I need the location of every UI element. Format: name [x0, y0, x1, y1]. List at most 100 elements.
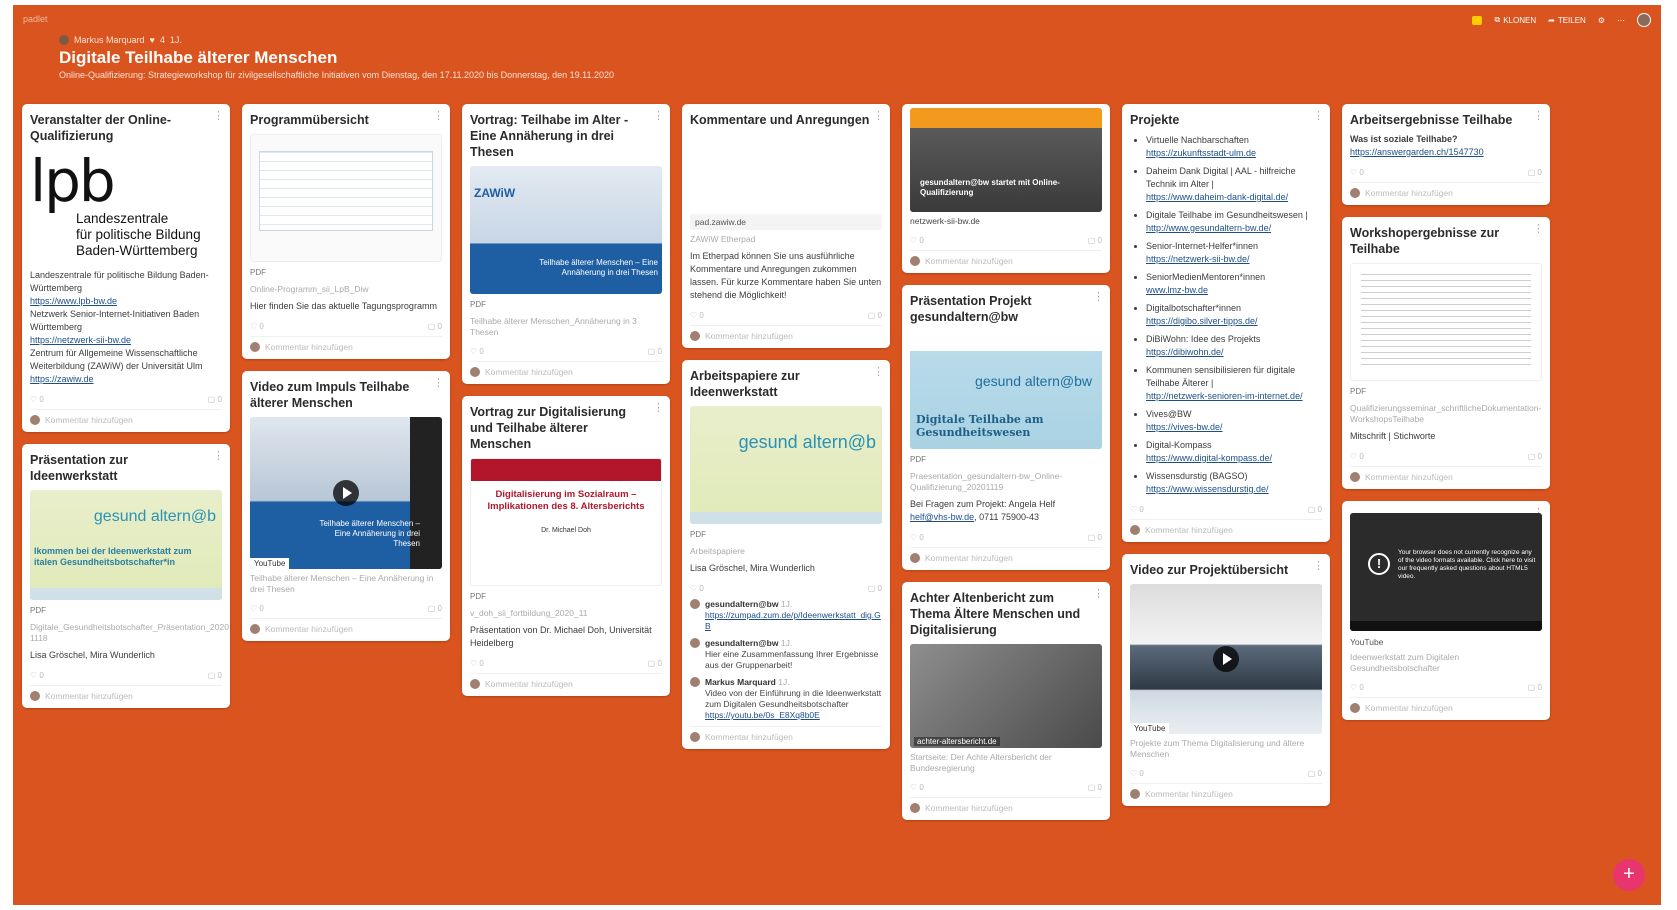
like-button[interactable]: ♡ 0: [250, 322, 264, 331]
post-card[interactable]: ⋮ Vortrag zur Digitalisierung und Teilha…: [462, 396, 670, 696]
like-button[interactable]: ♡ 0: [30, 395, 44, 404]
comment-count[interactable]: ▢ 0: [208, 395, 222, 404]
add-comment-row[interactable]: Kommentar hinzufügen: [470, 673, 662, 689]
post-card[interactable]: ⋮ Vortrag: Teilhabe im Alter - Eine Annä…: [462, 104, 670, 384]
video-thumbnail[interactable]: YouTube: [1130, 584, 1322, 734]
comment-count[interactable]: ▢ 0: [1088, 533, 1102, 542]
more-vertical-icon[interactable]: ⋮: [1093, 290, 1104, 303]
post-card[interactable]: ⋮ Projekte Virtuelle Nachbarschaftenhttp…: [1122, 104, 1330, 542]
share-button[interactable]: ➦ TEILEN: [1548, 16, 1586, 25]
email-link[interactable]: helf@vhs-bw.de: [910, 512, 974, 522]
comment-count[interactable]: ▢ 0: [1308, 769, 1322, 778]
link[interactable]: https://netzwerk-sii-bw.de: [30, 334, 222, 347]
post-card[interactable]: ⋮ gesundaltern@bw startet mit Online-Qua…: [902, 104, 1110, 273]
post-card[interactable]: ⋮ Kommentare und Anregungen pad.zawiw.de…: [682, 104, 890, 348]
link-preview[interactable]: pad.zawiw.de: [690, 214, 882, 230]
add-comment-row[interactable]: Kommentar hinzufügen: [1130, 783, 1322, 799]
more-button[interactable]: ⋯: [1617, 16, 1625, 25]
comment-link[interactable]: https://zumpad.zum.de/p/Ideenwerkstatt_d…: [705, 610, 882, 632]
more-vertical-icon[interactable]: ⋮: [213, 109, 224, 122]
add-comment-row[interactable]: Kommentar hinzufügen: [30, 685, 222, 701]
add-comment-row[interactable]: Kommentar hinzufügen: [1130, 519, 1322, 535]
like-button[interactable]: ♡ 0: [690, 584, 704, 593]
pdf-thumbnail[interactable]: gesund altern@b lkommen bei der Ideenwer…: [30, 490, 222, 600]
post-card[interactable]: ⋮ Arbeitspapiere zur Ideenwerkstatt gesu…: [682, 360, 890, 749]
link-thumbnail[interactable]: gesundaltern@bw startet mit Online-Quali…: [910, 108, 1102, 212]
add-comment-row[interactable]: Kommentar hinzufügen: [1350, 182, 1542, 198]
add-comment-row[interactable]: Kommentar hinzufügen: [30, 409, 222, 425]
post-card[interactable]: ⋮ ! Your browser does not currently reco…: [1342, 501, 1550, 720]
project-link[interactable]: https://www.daheim-dank-digital.de/: [1146, 191, 1322, 204]
comment-count[interactable]: ▢ 0: [868, 311, 882, 320]
heart-badge-icon[interactable]: [1472, 15, 1483, 25]
post-card[interactable]: ⋮ Präsentation zur Ideenwerkstatt gesund…: [22, 444, 230, 708]
video-thumbnail[interactable]: Teilhabe älterer Menschen – Eine Annäher…: [250, 417, 442, 569]
post-card[interactable]: ⋮ Video zum Impuls Teilhabe älterer Mens…: [242, 371, 450, 641]
project-link[interactable]: http://netzwerk-senioren-im-internet.de/: [1146, 390, 1322, 403]
add-comment-row[interactable]: Kommentar hinzufügen: [470, 361, 662, 377]
add-comment-row[interactable]: Kommentar hinzufügen: [910, 547, 1102, 563]
add-comment-row[interactable]: Kommentar hinzufügen: [250, 336, 442, 352]
pdf-thumbnail[interactable]: Digitalisierung im Sozialraum – Implikat…: [470, 458, 662, 586]
more-vertical-icon[interactable]: ⋮: [433, 109, 444, 122]
add-comment-row[interactable]: Kommentar hinzufügen: [690, 726, 882, 742]
project-link[interactable]: https://dibiwohn.de/: [1146, 346, 1322, 359]
add-comment-row[interactable]: Kommentar hinzufügen: [1350, 697, 1542, 713]
post-card[interactable]: ⋮ Präsentation Projekt gesundaltern@bw g…: [902, 285, 1110, 570]
comment-count[interactable]: ▢ 0: [208, 671, 222, 680]
project-link[interactable]: https://vives-bw.de/: [1146, 421, 1322, 434]
author-name[interactable]: Markus Marquard: [74, 35, 145, 45]
video-thumbnail[interactable]: ! Your browser does not currently recogn…: [1350, 513, 1542, 631]
add-comment-row[interactable]: Kommentar hinzufügen: [250, 618, 442, 634]
more-vertical-icon[interactable]: ⋮: [1313, 559, 1324, 572]
link[interactable]: https://www.lpb-bw.de: [30, 295, 222, 308]
pdf-thumbnail[interactable]: [250, 134, 442, 262]
add-comment-row[interactable]: Kommentar hinzufügen: [1350, 466, 1542, 482]
project-link[interactable]: https://www.wissensdurstig.de/: [1146, 483, 1322, 496]
comment-link[interactable]: https://youtu.be/0s_E8Xq8b0E: [705, 710, 882, 721]
play-icon[interactable]: [333, 480, 359, 506]
user-avatar[interactable]: [1637, 13, 1651, 27]
post-card[interactable]: ⋮ Arbeitsergebnisse Teilhabe Was ist soz…: [1342, 104, 1550, 205]
pdf-thumbnail[interactable]: ZAWiW Teilhabe älterer Menschen – Eine A…: [470, 166, 662, 294]
post-card[interactable]: ⋮ Achter Altenbericht zum Thema Ältere M…: [902, 582, 1110, 820]
project-link[interactable]: https://digibo.silver-tipps.de/: [1146, 315, 1322, 328]
comment-count[interactable]: ▢ 0: [868, 584, 882, 593]
post-card[interactable]: ⋮ Veranstalter der Online-Qualifizierung…: [22, 104, 230, 432]
more-vertical-icon[interactable]: ⋮: [1533, 109, 1544, 122]
settings-button[interactable]: ⚙: [1598, 16, 1605, 25]
play-icon[interactable]: [1213, 646, 1239, 672]
add-comment-row[interactable]: Kommentar hinzufügen: [910, 250, 1102, 266]
comment-count[interactable]: ▢ 0: [648, 347, 662, 356]
more-vertical-icon[interactable]: ⋮: [653, 109, 664, 122]
like-button[interactable]: ♡ 0: [30, 671, 44, 680]
like-button[interactable]: ♡ 0: [910, 236, 924, 245]
like-button[interactable]: ♡ 0: [1350, 168, 1364, 177]
link-thumbnail[interactable]: achter-altersbericht.de: [910, 644, 1102, 748]
comment-count[interactable]: ▢ 0: [1528, 683, 1542, 692]
like-button[interactable]: ♡ 0: [470, 347, 484, 356]
post-card[interactable]: ⋮ Workshopergebnisse zur Teilhabe PDF Qu…: [1342, 217, 1550, 489]
add-comment-row[interactable]: Kommentar hinzufügen: [690, 325, 882, 341]
link[interactable]: https://zawiw.de: [30, 373, 222, 386]
more-vertical-icon[interactable]: ⋮: [433, 376, 444, 389]
post-card[interactable]: ⋮ Programmübersicht PDF Online-Programm_…: [242, 104, 450, 359]
like-button[interactable]: ♡ 0: [1130, 505, 1144, 514]
comment-count[interactable]: ▢ 0: [428, 322, 442, 331]
pdf-thumbnail[interactable]: [1350, 263, 1542, 381]
like-button[interactable]: ♡ 0: [250, 604, 264, 613]
project-link[interactable]: http://www.gesundaltern-bw.de/: [1146, 222, 1322, 235]
project-link[interactable]: www.lmz-bw.de: [1146, 284, 1322, 297]
comment-count[interactable]: ▢ 0: [1088, 783, 1102, 792]
comment-count[interactable]: ▢ 0: [1088, 236, 1102, 245]
project-link[interactable]: https://zukunftsstadt-ulm.de: [1146, 147, 1322, 160]
like-button[interactable]: ♡ 0: [1130, 769, 1144, 778]
add-comment-row[interactable]: Kommentar hinzufügen: [910, 797, 1102, 813]
post-card[interactable]: ⋮ Video zur Projektübersicht YouTube Pro…: [1122, 554, 1330, 806]
project-link[interactable]: https://www.digital-kompass.de/: [1146, 452, 1322, 465]
add-post-button[interactable]: +: [1613, 859, 1645, 891]
more-vertical-icon[interactable]: ⋮: [213, 449, 224, 462]
like-button[interactable]: ♡ 0: [910, 533, 924, 542]
more-vertical-icon[interactable]: ⋮: [873, 365, 884, 378]
clone-button[interactable]: ⧉ KLONEN: [1494, 15, 1536, 25]
